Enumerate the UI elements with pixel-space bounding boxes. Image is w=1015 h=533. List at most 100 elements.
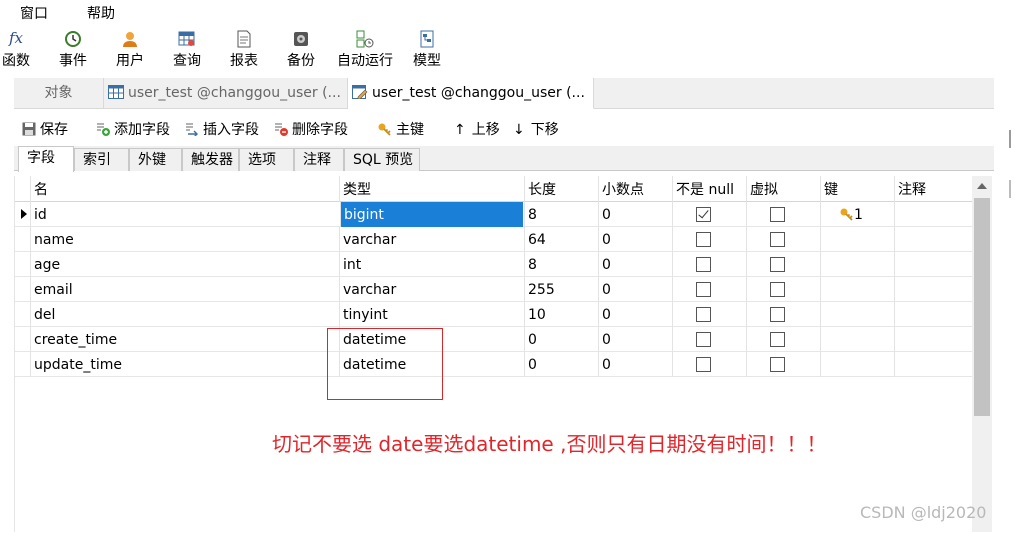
menu-help[interactable]: 帮助 <box>87 3 115 23</box>
virtual-checkbox[interactable] <box>770 357 785 372</box>
cell-length[interactable]: 255 <box>524 277 598 302</box>
table-row[interactable]: update_time datetime 0 0 <box>15 352 973 377</box>
not-null-checkbox[interactable] <box>696 232 711 247</box>
header-key[interactable]: 键 <box>820 176 894 202</box>
table-row[interactable]: email varchar 255 0 <box>15 277 973 302</box>
cell-virtual[interactable] <box>746 202 820 227</box>
tab-table-design-1[interactable]: user_test @changgou_user (... <box>104 78 348 109</box>
cell-virtual[interactable] <box>746 327 820 352</box>
cell-key[interactable] <box>820 302 894 327</box>
cell-comment[interactable] <box>894 227 973 252</box>
cell-name[interactable]: id <box>30 202 339 227</box>
not-null-checkbox[interactable] <box>696 357 711 372</box>
cell-type[interactable]: bigint <box>340 202 523 227</box>
tab-table-design-2[interactable]: user_test @changgou_user (... <box>348 78 594 109</box>
not-null-checkbox[interactable] <box>696 332 711 347</box>
cell-not-null[interactable] <box>672 352 746 377</box>
cell-virtual[interactable] <box>746 302 820 327</box>
cell-name[interactable]: name <box>30 227 339 252</box>
cell-length[interactable]: 8 <box>524 202 598 227</box>
cell-not-null[interactable] <box>672 252 746 277</box>
cell-comment[interactable] <box>894 277 973 302</box>
cell-decimals[interactable]: 0 <box>598 252 672 277</box>
header-virtual[interactable]: 虚拟 <box>746 176 820 202</box>
header-decimals[interactable]: 小数点 <box>598 176 672 202</box>
add-field-button[interactable]: 添加字段 <box>96 120 170 140</box>
cell-comment[interactable] <box>894 302 973 327</box>
cell-name[interactable]: del <box>30 302 339 327</box>
cell-decimals[interactable]: 0 <box>598 227 672 252</box>
scroll-up-icon[interactable] <box>977 183 987 189</box>
not-null-checkbox[interactable] <box>696 257 711 272</box>
header-name[interactable]: 名 <box>30 176 339 202</box>
cell-length[interactable]: 10 <box>524 302 598 327</box>
table-row[interactable]: create_time datetime 0 0 <box>15 327 973 352</box>
cell-name[interactable]: email <box>30 277 339 302</box>
cell-name[interactable]: update_time <box>30 352 339 377</box>
virtual-checkbox[interactable] <box>770 307 785 322</box>
cell-type[interactable]: int <box>339 252 524 277</box>
header-comment[interactable]: 注释 <box>894 176 973 202</box>
cell-decimals[interactable]: 0 <box>598 202 672 227</box>
virtual-checkbox[interactable] <box>770 207 785 222</box>
vertical-scrollbar[interactable] <box>972 176 992 532</box>
toolbar-event-button[interactable]: 事件 <box>43 26 103 74</box>
cell-length[interactable]: 0 <box>524 327 598 352</box>
cell-virtual[interactable] <box>746 277 820 302</box>
delete-field-button[interactable]: 删除字段 <box>274 120 348 140</box>
cell-name[interactable]: age <box>30 252 339 277</box>
cell-decimals[interactable]: 0 <box>598 327 672 352</box>
cell-key[interactable] <box>820 227 894 252</box>
cell-key[interactable] <box>820 327 894 352</box>
cell-length[interactable]: 8 <box>524 252 598 277</box>
cell-name[interactable]: create_time <box>30 327 339 352</box>
cell-type[interactable]: varchar <box>339 227 524 252</box>
tab-foreign-keys[interactable]: 外键 <box>129 148 182 171</box>
virtual-checkbox[interactable] <box>770 332 785 347</box>
tab-fields[interactable]: 字段 <box>18 146 74 172</box>
toolbar-user-button[interactable]: 用户 <box>100 26 160 74</box>
cell-not-null[interactable] <box>672 277 746 302</box>
cell-comment[interactable] <box>894 202 973 227</box>
toolbar-report-button[interactable]: 报表 <box>214 26 274 74</box>
cell-comment[interactable] <box>894 252 973 277</box>
primary-key-button[interactable]: 主键 <box>378 120 424 140</box>
toolbar-model-button[interactable]: 模型 <box>397 26 457 74</box>
save-button[interactable]: 保存 <box>22 120 68 140</box>
move-down-button[interactable]: ↓ 下移 <box>513 120 559 140</box>
cell-not-null[interactable] <box>672 227 746 252</box>
cell-key[interactable]: 1 <box>820 202 894 227</box>
cell-decimals[interactable]: 0 <box>598 352 672 377</box>
tab-comments[interactable]: 注释 <box>294 148 344 171</box>
not-null-checkbox[interactable] <box>696 307 711 322</box>
tab-sql-preview[interactable]: SQL 预览 <box>344 148 420 171</box>
cell-key[interactable] <box>820 277 894 302</box>
cell-decimals[interactable]: 0 <box>598 277 672 302</box>
table-row[interactable]: del tinyint 10 0 <box>15 302 973 327</box>
move-up-button[interactable]: ↑ 上移 <box>454 120 500 140</box>
cell-not-null[interactable] <box>672 302 746 327</box>
cell-not-null[interactable] <box>672 202 746 227</box>
cell-comment[interactable] <box>894 327 973 352</box>
cell-key[interactable] <box>820 352 894 377</box>
toolbar-function-button[interactable]: fx 函数 <box>0 26 46 74</box>
tab-objects[interactable]: 对象 <box>14 78 104 109</box>
cell-length[interactable]: 0 <box>524 352 598 377</box>
not-null-checkbox[interactable] <box>696 282 711 297</box>
cell-virtual[interactable] <box>746 252 820 277</box>
header-type[interactable]: 类型 <box>339 176 524 202</box>
tab-triggers[interactable]: 触发器 <box>182 148 239 171</box>
cell-length[interactable]: 64 <box>524 227 598 252</box>
table-row[interactable]: age int 8 0 <box>15 252 973 277</box>
cell-type[interactable]: tinyint <box>339 302 524 327</box>
cell-type[interactable]: varchar <box>339 277 524 302</box>
header-length[interactable]: 长度 <box>524 176 598 202</box>
scroll-thumb[interactable] <box>974 198 990 416</box>
virtual-checkbox[interactable] <box>770 282 785 297</box>
splitter-mark[interactable] <box>1009 130 1011 148</box>
not-null-checkbox[interactable] <box>696 207 711 222</box>
header-not-null[interactable]: 不是 null <box>672 176 746 202</box>
table-row[interactable]: name varchar 64 0 <box>15 227 973 252</box>
toolbar-backup-button[interactable]: 备份 <box>271 26 331 74</box>
menu-window[interactable]: 窗口 <box>20 3 48 23</box>
